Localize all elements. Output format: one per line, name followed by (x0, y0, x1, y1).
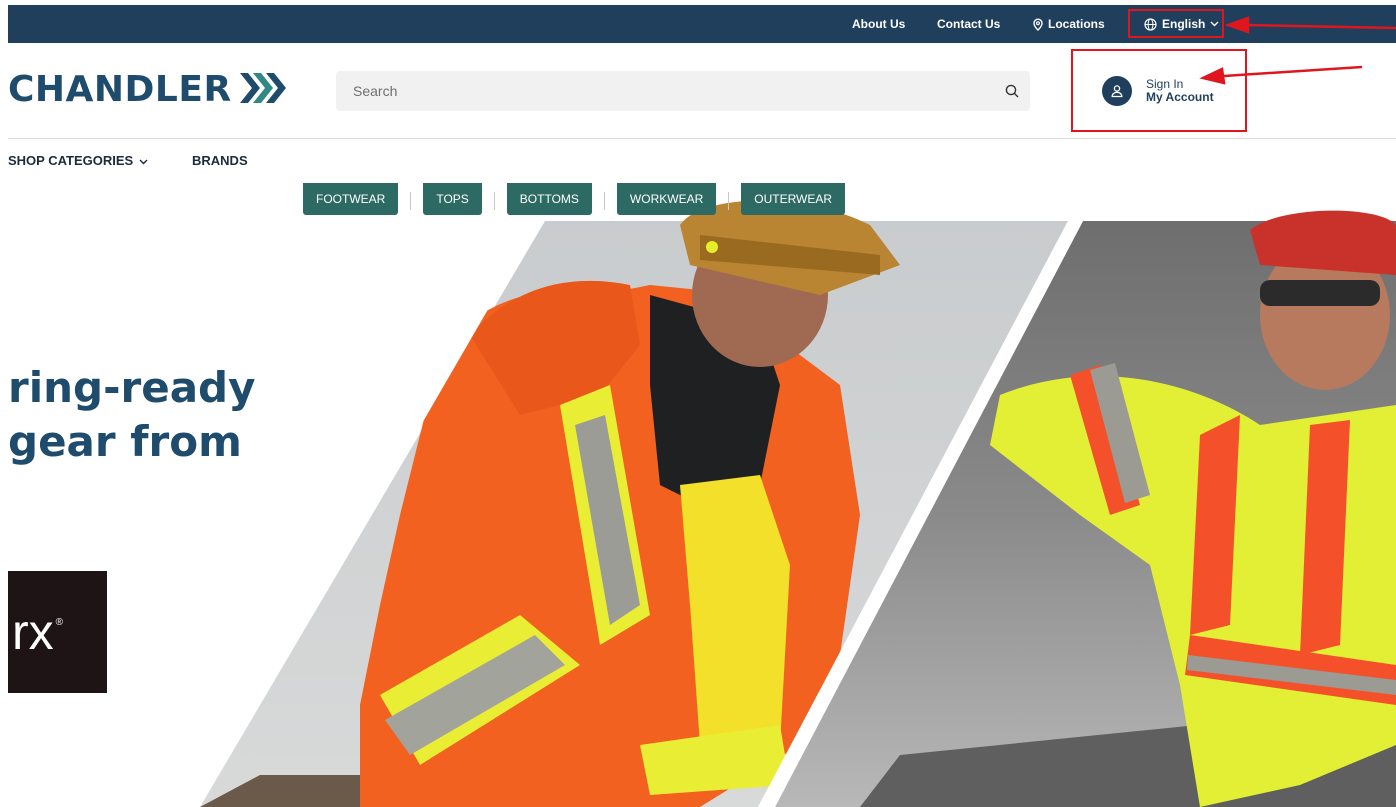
registered-mark: ® (55, 616, 64, 628)
map-pin-icon (1032, 17, 1044, 31)
category-outerwear[interactable]: OUTERWEAR (741, 183, 846, 215)
logo-chevrons-icon (238, 71, 286, 110)
category-workwear[interactable]: WORKWEAR (616, 183, 717, 215)
chevron-down-icon (139, 153, 148, 168)
my-account-label: My Account (1146, 90, 1214, 104)
account-button[interactable]: Sign In My Account (1102, 76, 1214, 106)
globe-icon (1144, 17, 1157, 31)
brand-badge-text: rx (12, 604, 54, 660)
shop-categories-menu[interactable]: SHOP CATEGORIES (8, 153, 148, 168)
about-us-link[interactable]: About Us (852, 17, 905, 31)
header-divider (8, 138, 1396, 139)
pill-divider (603, 192, 605, 210)
brand-logo-badge: rx ® (8, 571, 107, 693)
category-tops[interactable]: TOPS (423, 183, 482, 215)
shop-categories-label: SHOP CATEGORIES (8, 153, 134, 168)
category-pills: FOOTWEAR TOPS BOTTOMS WORKWEAR OUTERWEAR (303, 183, 846, 215)
search-icon[interactable] (994, 73, 1030, 109)
contact-us-link[interactable]: Contact Us (937, 17, 1000, 31)
search-input[interactable] (336, 71, 994, 111)
locations-link[interactable]: Locations (1032, 17, 1105, 31)
language-selector[interactable]: English (1144, 17, 1219, 31)
language-label: English (1162, 17, 1206, 31)
user-icon (1102, 76, 1132, 106)
chevron-down-icon (1210, 21, 1219, 27)
logo-wordmark: CHANDLER (8, 69, 232, 110)
brands-link[interactable]: BRANDS (192, 153, 248, 168)
pill-divider (728, 192, 730, 210)
locations-label: Locations (1048, 17, 1105, 31)
category-footwear[interactable]: FOOTWEAR (303, 183, 399, 215)
hero-headline-line2: gear from (8, 417, 242, 466)
category-bottoms[interactable]: BOTTOMS (506, 183, 592, 215)
top-utility-bar: About Us Contact Us Locations English (8, 5, 1396, 43)
search-bar (336, 71, 1030, 111)
pill-divider (410, 192, 412, 210)
hero-banner[interactable]: ring-ready gear from rx ® (0, 185, 1396, 807)
hero-image (0, 185, 1396, 807)
hero-headline: ring-ready gear from (8, 361, 256, 469)
chandler-logo[interactable]: CHANDLER (8, 70, 286, 110)
hero-headline-line1: ring-ready (8, 363, 256, 412)
pill-divider (493, 192, 495, 210)
